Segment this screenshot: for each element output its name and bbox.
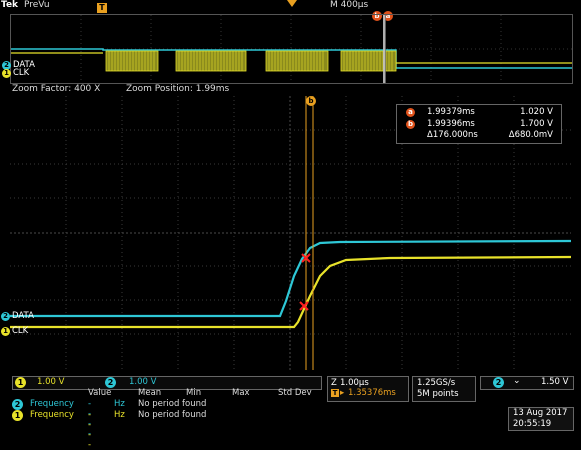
overview-clk-label: CLK <box>13 68 30 78</box>
cursor-b-time: 1.99396ms <box>427 119 475 129</box>
ch1-badge: 1 <box>15 377 26 388</box>
horizontal-position-icon: T <box>331 389 339 397</box>
cursor-b-badge-readout: b <box>406 120 415 129</box>
cursor-delta-row: Δ176.000ns Δ680.0mV <box>397 130 561 142</box>
time-text: 20:55:19 <box>513 419 552 429</box>
overview-waveforms <box>11 15 572 83</box>
zoom-position-indicator-icon <box>287 0 297 7</box>
ch2-scale: 1.00 V <box>129 377 157 387</box>
meas-row2-name: Frequency <box>30 410 74 420</box>
acquisition-panel[interactable]: 1.25GS/s 5M points <box>412 376 476 402</box>
date-text: 13 Aug 2017 <box>513 408 568 418</box>
horizontal-panel[interactable]: Z 1.00µs T ▸ 1.35376ms <box>327 376 409 402</box>
meas-row1-name: Frequency <box>30 399 74 409</box>
record-length: 5M points <box>417 389 459 399</box>
main-ch1-marker[interactable]: 1 <box>1 327 10 336</box>
meas-row2-channel: 1 <box>12 410 23 421</box>
cursor-readout[interactable]: a 1.99379ms 1.020 V b 1.99396ms 1.700 V … <box>396 104 562 144</box>
cursor-b-badge[interactable]: b <box>306 96 316 106</box>
main-timebase: M 400µs <box>330 0 369 10</box>
meas-header-stddev: Std Dev <box>278 388 312 398</box>
main-data-label: DATA <box>12 311 34 321</box>
trigger-position-marker[interactable]: T <box>97 3 107 13</box>
horizontal-position-arrow-icon: ▸ <box>340 388 345 398</box>
ch1-ch2-scale-panel[interactable]: 1 1.00 V 2 1.00 V <box>12 376 322 390</box>
meas-header-value: Value <box>88 388 112 398</box>
sample-rate: 1.25GS/s <box>417 378 456 388</box>
meas-header-min: Min <box>186 388 202 398</box>
top-status-bar: Tek PreVu M 400µs T b a <box>0 0 581 21</box>
trigger-level: 1.50 V <box>541 377 569 387</box>
meas-row2-value: Hz <box>114 410 125 420</box>
cursor-a-row: a 1.99379ms 1.020 V <box>397 107 561 119</box>
main-clk-label: CLK <box>12 326 29 336</box>
meas-row1-value: Hz <box>114 399 125 409</box>
cursor-b-value: 1.700 V <box>520 119 553 129</box>
overview-ch1-marker[interactable]: 1 <box>2 69 11 78</box>
zoom-position: Zoom Position: 1.99ms <box>126 84 230 94</box>
cursor-delta-value: Δ680.0mV <box>508 130 553 140</box>
horizontal-scale: 1.00µs <box>340 378 369 388</box>
acquisition-mode: PreVu <box>24 0 50 10</box>
horizontal-position: 1.35376ms <box>348 388 396 398</box>
cursor-delta-time: Δ176.000ns <box>427 130 478 140</box>
main-ch2-marker[interactable]: 2 <box>1 312 10 321</box>
cursor-a-badge: a <box>406 108 415 117</box>
meas-header-max: Max <box>232 388 250 398</box>
ch1-scale: 1.00 V <box>37 377 65 387</box>
cursor-a-time: 1.99379ms <box>427 107 475 117</box>
meas-row1-channel: 2 <box>12 399 23 410</box>
trigger-channel-badge: 2 <box>493 377 504 388</box>
horizontal-scale-icon: Z <box>331 378 337 388</box>
ch2-badge: 2 <box>105 377 116 388</box>
meas-row2-note: No period found <box>138 410 207 420</box>
meas-row1-note: No period found <box>138 399 207 409</box>
brand-label: Tek <box>1 0 19 10</box>
datetime-display: 13 Aug 2017 20:55:19 <box>508 407 574 431</box>
falling-edge-icon: ⌄ <box>513 376 521 386</box>
overview-waveform-window[interactable]: 2 DATA 1 CLK <box>2 14 573 84</box>
cursor-a-value: 1.020 V <box>520 107 553 117</box>
meas-row2-dashes: ---- <box>88 410 93 450</box>
trigger-panel[interactable]: 2 ⌄ 1.50 V <box>480 376 574 390</box>
meas-header-mean: Mean <box>138 388 162 398</box>
zoom-factor: Zoom Factor: 400 X <box>12 84 101 94</box>
